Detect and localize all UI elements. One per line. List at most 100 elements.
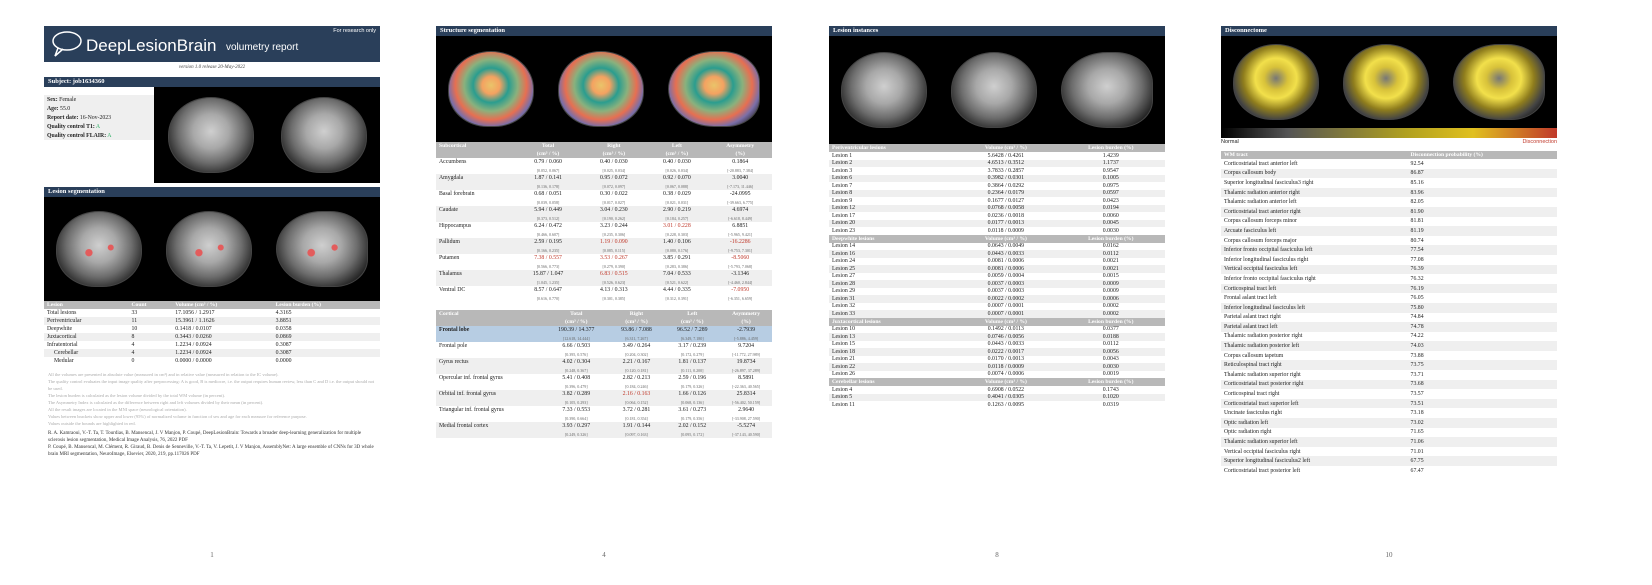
disconnectome-row: Corticostriatal tract anterior left 92.54 xyxy=(1221,159,1557,169)
lesion-instance-cell: 4.6513 / 0.3512 xyxy=(955,159,1057,167)
cortical-unit-header: (cm³ / %) xyxy=(664,318,721,326)
cortical-row-range: [-11.772, 27.989] xyxy=(732,351,760,357)
subject-info-value: 55.0 xyxy=(58,105,71,112)
report-page-1: For research only DeepLesionBrain volume… xyxy=(44,26,380,546)
structure-segmentation-bar: Structure segmentation xyxy=(436,26,772,36)
cortical-row-range: [0.395, 0.576] xyxy=(564,351,588,357)
subcortical-row-value: -8.5060 xyxy=(731,255,750,261)
subject-info-row: Report date: 16-Nov-2023 xyxy=(44,113,154,122)
disconnectome-cell: 71.06 xyxy=(1407,437,1557,447)
lesion-instance-cell: 0.1263 / 0.0095 xyxy=(987,401,1025,408)
subcortical-unit-header: (%) xyxy=(708,150,772,158)
lesion-instance-cell: 0.0746 / 0.0056 xyxy=(955,333,1057,341)
lesion-instance-cell: Lesion 26 xyxy=(832,371,856,378)
lesion-instances-table: Periventricular lesions Volume (cm³ / %) L… xyxy=(829,144,1165,409)
lesion-instance-row: Lesion 2 4.6513 / 0.3512 1.1737 xyxy=(829,159,1165,167)
frontal-lobe-row: Frontal lobe 190.39 / 14.377 93.86 / 7.088… xyxy=(436,326,772,334)
cortical-row-range: [-37.143, 40.590] xyxy=(720,430,772,438)
lesion-instance-cell: 0.0015 xyxy=(1102,273,1119,280)
disconnectome-row: Inferior longitudinal fasciculus left 75.… xyxy=(1221,302,1557,313)
lesion-table-row: Juxtacortical 8 0.3443 / 0.0260 0.0869 xyxy=(44,333,380,341)
subject-info-label: Sex: xyxy=(47,96,58,103)
cortical-row-name: Medial frontal cortex xyxy=(436,422,544,430)
lesion-instance-cell: 0.0045 xyxy=(1056,219,1165,227)
cortical-row-range: [0.064, 0.152] xyxy=(608,398,665,406)
lesion-instance-row: Lesion 20 0.0177 / 0.0013 0.0045 xyxy=(829,219,1165,227)
subject-info-row: Sex: Female xyxy=(44,95,154,104)
reference-entry: R. A. Kamraoui, V.-T. Ta, T. Tourdias, B… xyxy=(48,431,362,443)
subcortical-row-range: [0.301, 0.385] xyxy=(602,295,626,301)
disconnectome-cell: Corticostriatal tract anterior right xyxy=(1221,206,1408,217)
subcortical-row: Amygdala 1.87 / 0.141 0.95 / 0.072 0.92 / 0… xyxy=(436,174,772,182)
subcortical-row: Thalamus 15.87 / 1.047 6.83 / 0.515 7.04 / … xyxy=(436,270,772,278)
lesion-instance-cell: 0.0162 xyxy=(1102,243,1119,250)
cortical-row: Opercular inf. frontal gyrus 5.41 / 0.408… xyxy=(436,374,772,382)
disconnectome-cell: 83.96 xyxy=(1407,187,1557,198)
subcortical-row-range: [-20.883, 7.384] xyxy=(727,167,754,173)
disconnectome-cell: Frontal aslant tract left xyxy=(1224,295,1277,302)
cortical-row-range-row: [0.395, 0.576] [0.204, 0.302] [0.172, 0.27… xyxy=(436,350,772,358)
lesion-instance-cell: 0.1743 xyxy=(1102,386,1119,393)
disconnectome-cell: 67.75 xyxy=(1407,456,1557,466)
subcortical-header: Right xyxy=(582,142,646,150)
subcortical-row: Putamen 7.38 / 0.557 3.53 / 0.267 3.85 / 0.… xyxy=(436,254,772,262)
subject-info-label: Quality control FLAIR: xyxy=(47,132,107,139)
subcortical-row-value: 4.13 / 0.313 xyxy=(599,287,628,293)
subcortical-row-value: 3.53 / 0.267 xyxy=(599,255,628,261)
subcortical-row-range-row: [1.045, 1.235] [0.526, 0.623] [0.521, 0.62… xyxy=(436,278,772,286)
subcortical-row-range: [0.526, 0.623] xyxy=(582,278,646,286)
subcortical-unit-header: (cm³ / %) xyxy=(513,150,583,158)
note-line: Values outside the bounds are highlighte… xyxy=(48,421,136,426)
instance-coronal-image xyxy=(951,52,1037,128)
subject-info-cell: Quality control T1: A xyxy=(44,122,154,131)
subcortical-unit-header xyxy=(436,150,514,158)
report-title: DeepLesionBrain xyxy=(86,36,217,55)
cortical-row-value: 2.9640 xyxy=(738,407,755,413)
lesion-table-cell: 4.3165 xyxy=(275,310,292,316)
lesion-instance-cell: Lesion 31 xyxy=(829,295,956,303)
lesion-instance-row: Lesion 27 0.0059 / 0.0004 0.0015 xyxy=(829,273,1165,281)
lesion-instance-cell: 0.3982 / 0.0301 xyxy=(955,174,1057,182)
lesion-table-cell: 1.2234 / 0.0924 xyxy=(175,342,212,348)
lesion-instance-cell: Lesion 17 xyxy=(832,212,856,219)
cortical-row-range-spacer xyxy=(436,398,544,406)
cortical-row-value: 8.5891 xyxy=(738,375,755,381)
subcortical-row-value: -7.0950 xyxy=(731,287,750,293)
lesion-table-cell: 0.3087 xyxy=(272,349,380,357)
subcortical-row-range: [0.566, 0.773] xyxy=(536,263,560,269)
lesion-instance-cell: 0.0037 / 0.0003 xyxy=(987,288,1025,295)
subcortical-row-range: [0.052, 0.067] xyxy=(536,167,560,173)
lesion-instance-cell: Lesion 16 xyxy=(829,250,956,258)
subcortical-row-range-spacer xyxy=(436,262,514,270)
subcortical-row-range-spacer xyxy=(436,246,514,254)
reference-entry: P. Coupé, B. Mansencal, M. Clément, R. G… xyxy=(48,445,374,457)
subject-bar: Subject: job1634360 xyxy=(44,77,380,87)
lesion-instance-cell: Lesion 3 xyxy=(832,167,853,174)
cortical-row-value: 6.66 / 0.503 xyxy=(562,343,591,349)
note-line: Values between brackets show upper and l… xyxy=(48,414,307,419)
lesion-axial-image xyxy=(56,211,142,287)
lesion-table-cell: Cerebellar xyxy=(44,349,129,357)
disconnectome-row: Thalamic radiation anterior left 82.05 xyxy=(1221,197,1557,207)
subcortical-row: Basal forebrain 0.68 / 0.051 0.30 / 0.022 0… xyxy=(436,190,772,198)
lesion-instance-cell: 0.0423 xyxy=(1102,197,1119,204)
lesion-instance-cell: Lesion 9 xyxy=(832,197,853,204)
frontal-lobe-row-range-spacer xyxy=(436,334,544,342)
cortical-row-value: 5.41 / 0.408 xyxy=(562,375,591,381)
lesion-instance-row: Lesion 32 0.0007 / 0.0001 0.0002 xyxy=(829,303,1165,311)
colorbar-disconnection-label: Disconnection xyxy=(1522,139,1557,145)
lesion-section-header: Lesion burden (%) xyxy=(1056,317,1165,326)
note-line: The lesion burden is calculated as the l… xyxy=(48,393,225,398)
lesion-section-header-row: Periventricular lesions Volume (cm³ / %) L… xyxy=(829,144,1165,152)
structure-sagittal-image xyxy=(668,51,760,127)
cortical-header: Asymmetry xyxy=(720,310,772,318)
lesion-instance-cell: Lesion 27 xyxy=(832,273,856,280)
lesion-section-header: Cerebellar lesions xyxy=(829,378,956,386)
lesion-instance-row: Lesion 21 0.0170 / 0.0013 0.0043 xyxy=(829,356,1165,364)
cortical-row-value: 1.66 / 0.126 xyxy=(664,390,721,398)
lesion-table-cell: 0.0358 xyxy=(275,326,292,332)
lesion-table-cell: 0.0000 xyxy=(275,358,292,364)
disconnectome-row: Inferior fronto occipital fasciculus lef… xyxy=(1221,245,1557,255)
subcortical-row-range-row: [0.052, 0.067] [0.025, 0.034] [0.026, 0.03… xyxy=(436,166,772,174)
disconnectome-cell: 76.39 xyxy=(1407,264,1557,275)
